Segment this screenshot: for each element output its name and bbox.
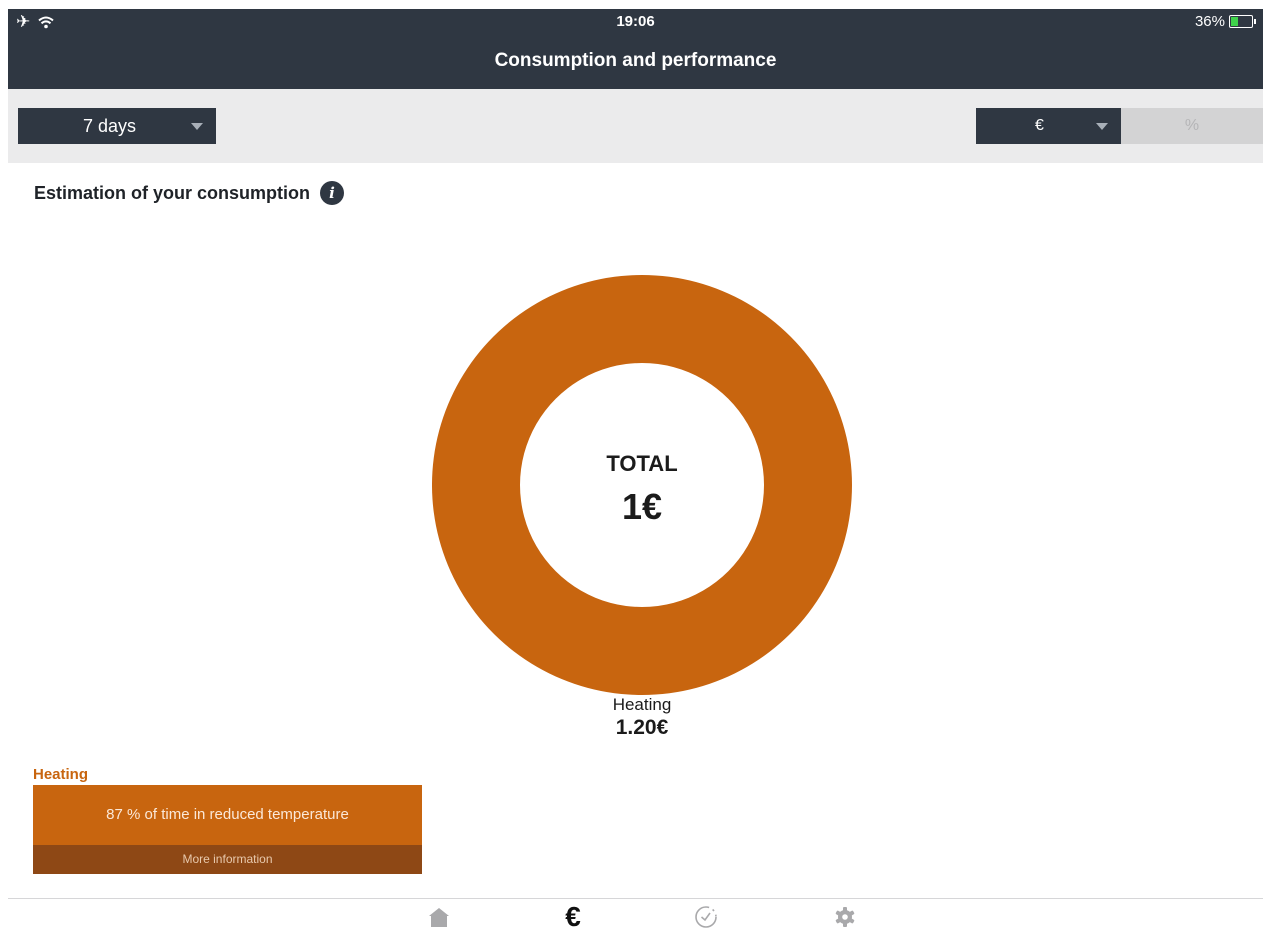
filter-bar: 7 days € % xyxy=(8,89,1263,163)
bottom-tab-bar: € xyxy=(8,898,1263,935)
home-icon xyxy=(429,908,449,927)
tab-home[interactable] xyxy=(414,899,464,935)
battery-status: 36% xyxy=(1194,13,1256,30)
gear-icon xyxy=(835,907,855,927)
heating-card-heading: Heating xyxy=(33,766,89,783)
unit-toggle: € % xyxy=(976,108,1263,144)
period-dropdown[interactable]: 7 days xyxy=(18,108,216,144)
euro-icon: € xyxy=(565,901,581,932)
segment-value-heating: 1.20€ xyxy=(615,716,669,739)
section-title-text: Estimation of your consumption xyxy=(34,182,311,203)
chevron-down-icon xyxy=(1096,123,1108,130)
more-information-button[interactable]: More information xyxy=(33,845,422,874)
donut-segment-heating xyxy=(432,275,852,695)
top-bar: ✈ 19:06 36% Consumption and performance xyxy=(8,9,1263,89)
period-value: 7 days xyxy=(83,116,137,136)
info-icon[interactable]: i xyxy=(320,181,345,205)
heating-card-message: 87 % of time in reduced temperature xyxy=(106,806,349,823)
section-title: Estimation of your consumption i xyxy=(34,181,345,205)
unit-euro-dropdown[interactable]: € xyxy=(976,108,1121,144)
chevron-down-icon xyxy=(191,123,203,130)
consumption-donut-chart: TOTAL 1€ xyxy=(432,275,852,695)
donut-total-label: TOTAL xyxy=(606,451,678,476)
heating-card: 87 % of time in reduced temperature More… xyxy=(33,785,422,874)
tab-programs[interactable] xyxy=(681,899,731,935)
status-time: 19:06 xyxy=(616,13,655,30)
timer-icon xyxy=(695,906,717,928)
page-title: Consumption and performance xyxy=(494,50,777,71)
app-screen: ✈ 19:06 36% Consumption and performance … xyxy=(8,9,1263,935)
segment-label-heating: Heating xyxy=(612,695,672,714)
tab-consumption[interactable]: € xyxy=(548,899,598,935)
donut-svg xyxy=(432,275,852,695)
donut-total-value: 1€ xyxy=(621,486,663,527)
battery-percent: 36% xyxy=(1194,13,1225,30)
unit-euro-label: € xyxy=(1035,117,1044,134)
battery-icon xyxy=(1229,15,1256,28)
unit-percent-button[interactable]: % xyxy=(1121,108,1263,144)
tab-settings[interactable] xyxy=(820,899,870,935)
